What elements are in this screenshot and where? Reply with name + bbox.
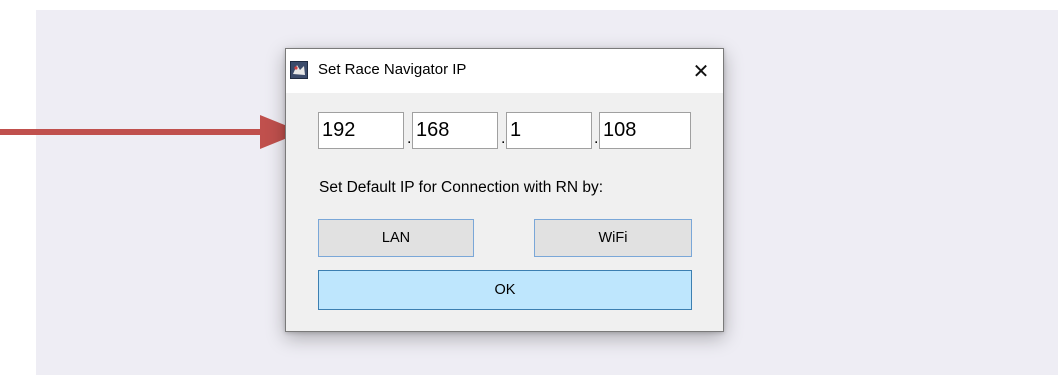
arrow-shaft bbox=[0, 129, 262, 135]
wifi-button-label: WiFi bbox=[598, 230, 628, 246]
ok-button-label: OK bbox=[494, 282, 516, 298]
lan-button[interactable]: LAN bbox=[318, 219, 474, 257]
close-button[interactable]: ✕ bbox=[679, 49, 723, 93]
ip-separator: . bbox=[407, 130, 412, 147]
wifi-button[interactable]: WiFi bbox=[534, 219, 692, 257]
ip-separator: . bbox=[594, 130, 599, 147]
ip-octet-4-input[interactable]: 108 bbox=[599, 112, 691, 149]
title-bar[interactable]: Set Race Navigator IP ✕ bbox=[286, 49, 723, 93]
close-icon: ✕ bbox=[692, 60, 710, 83]
ok-button[interactable]: OK bbox=[318, 270, 692, 310]
ip-octet-2-input[interactable]: 168 bbox=[412, 112, 498, 149]
ip-separator: . bbox=[501, 130, 506, 147]
window-title: Set Race Navigator IP bbox=[318, 61, 467, 78]
race-navigator-app-icon bbox=[290, 61, 308, 79]
set-ip-dialog: Set Race Navigator IP ✕ 192 . 168 . 1 . … bbox=[285, 48, 724, 332]
default-ip-prompt: Set Default IP for Connection with RN by… bbox=[319, 179, 604, 196]
ip-octet-3-input[interactable]: 1 bbox=[506, 112, 592, 149]
ip-octet-1-input[interactable]: 192 bbox=[318, 112, 404, 149]
lan-button-label: LAN bbox=[381, 230, 411, 246]
